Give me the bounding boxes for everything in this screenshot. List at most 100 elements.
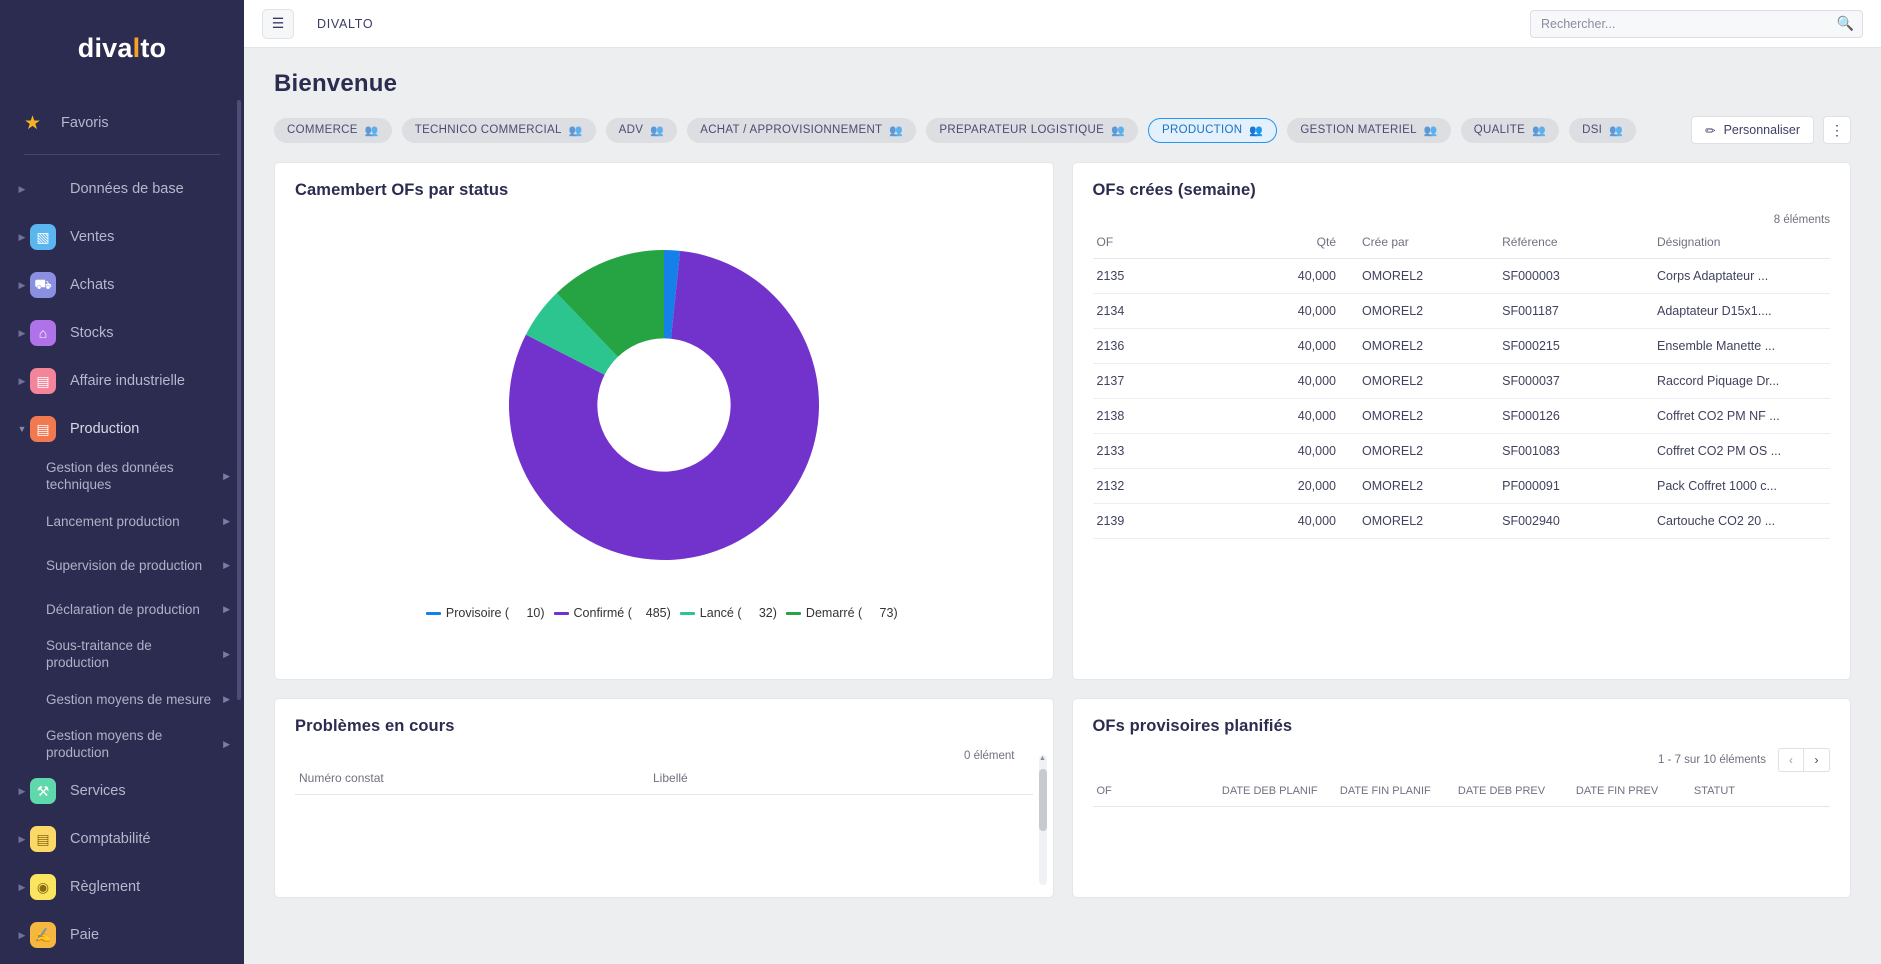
sidebar-item-label: Données de base — [70, 181, 184, 197]
table-row[interactable]: 2139 40,000 OMOREL2 SF002940 Cartouche CO2 2… — [1092, 503, 1830, 539]
column-header-reference[interactable]: Référence — [1498, 226, 1653, 259]
problemes-scrollbar[interactable]: ▲ — [1038, 755, 1047, 885]
sidebar-subitem-gestion-moyens-de-mesure[interactable]: Gestion moyens de mesure ▶ — [0, 677, 244, 721]
table-row[interactable]: 2136 40,000 OMOREL2 SF000215 Ensemble Manett… — [1092, 328, 1830, 364]
chart-icon: ▧ — [30, 224, 56, 250]
table-cell: 2137 — [1092, 363, 1240, 399]
search-icon[interactable]: 🔍 — [1837, 15, 1854, 32]
table-cell: Coffret CO2 PM OS ... — [1653, 433, 1830, 469]
tab-adv[interactable]: ADV 👥 — [605, 117, 678, 143]
more-vertical-icon[interactable]: ⋮ — [1823, 116, 1851, 144]
sidebar-subitem-supervision-de-production[interactable]: Supervision de production ▶ — [0, 543, 244, 587]
tab-qualite[interactable]: QUALITE 👥 — [1460, 117, 1560, 143]
column-header-statut[interactable]: STATUT — [1689, 776, 1830, 807]
table-row[interactable]: 2138 40,000 OMOREL2 SF000126 Coffret CO2 PM … — [1092, 398, 1830, 434]
sidebar-item-production[interactable]: ▼ ▤ Production — [0, 405, 244, 453]
sidebar-item-stocks[interactable]: ▶ ⌂ Stocks — [0, 309, 244, 357]
column-header-designation[interactable]: Désignation — [1653, 226, 1830, 259]
sidebar-item-label: Achats — [70, 277, 115, 293]
sidebar-item-reglement[interactable]: ▶ ◉ Règlement — [0, 863, 244, 911]
tab-commerce[interactable]: COMMERCE 👥 — [274, 117, 392, 143]
tab-dsi[interactable]: DSI 👥 — [1569, 117, 1637, 143]
brand-logo[interactable]: divalto — [0, 0, 244, 96]
sidebar-item-services[interactable]: ▶ ⚒ Services — [0, 767, 244, 815]
widgets-grid: Camembert OFs par status Provisoire ( 10… — [266, 144, 1859, 898]
legend-item[interactable]: Lancé ( 32) — [679, 606, 777, 620]
table-cell: 40,000 — [1240, 363, 1358, 399]
tab-production[interactable]: PRODUCTION 👥 — [1148, 117, 1278, 143]
table-row[interactable]: 2134 40,000 OMOREL2 SF001187 Adaptateur D15x… — [1092, 293, 1830, 329]
tab-gestion-materiel[interactable]: GESTION MATERIEL 👥 — [1287, 117, 1451, 143]
sidebar-item-donnees-de-base[interactable]: ▶ Données de base — [0, 165, 244, 213]
table-cell: 20,000 — [1240, 468, 1358, 504]
sidebar-subitem-label: Sous-traitance de production — [46, 638, 152, 670]
scroll-up-icon[interactable]: ▲ — [1039, 755, 1047, 762]
table-row[interactable]: 2132 20,000 OMOREL2 PF000091 Pack Coffret 10… — [1092, 468, 1830, 504]
sidebar-item-achats[interactable]: ▶ ⛟ Achats — [0, 261, 244, 309]
sidebar-item-affaire-industrielle[interactable]: ▶ ▤ Affaire industrielle — [0, 357, 244, 405]
column-header-cree-par[interactable]: Crée par — [1358, 226, 1499, 259]
sidebar-item-paie[interactable]: ▶ ✍ Paie — [0, 911, 244, 959]
legend-item[interactable]: Confirmé ( 485) — [553, 606, 671, 620]
tab-preparateur-logistique[interactable]: PREPARATEUR LOGISTIQUE 👥 — [926, 117, 1139, 143]
table-cell: 2133 — [1092, 433, 1240, 469]
table-cell: PF000091 — [1498, 468, 1653, 504]
table-row[interactable]: 2133 40,000 OMOREL2 SF001083 Coffret CO2 PM … — [1092, 433, 1830, 469]
sidebar: divalto ★ Favoris ▶ Données de base ▶ ▧ … — [0, 0, 244, 964]
widget-title: Camembert OFs par status — [295, 181, 509, 199]
group-icon: 👥 — [1532, 124, 1547, 137]
search-input[interactable] — [1530, 9, 1863, 38]
column-header-date-deb-planif[interactable]: DATE DEB PLANIF — [1217, 776, 1336, 807]
donut-chart[interactable] — [295, 200, 1033, 600]
cart-icon: ⛟ — [30, 272, 56, 298]
group-icon: 👥 — [1423, 124, 1438, 137]
sidebar-item-comptabilite[interactable]: ▶ ▤ Comptabilité — [0, 815, 244, 863]
pencil-icon: ✏ — [1705, 123, 1716, 138]
column-header-of[interactable]: OF — [1092, 776, 1218, 807]
sidebar-item-ventes[interactable]: ▶ ▧ Ventes — [0, 213, 244, 261]
column-header-date-fin-prev[interactable]: DATE FIN PREV — [1571, 776, 1690, 807]
sidebar-subitem-gestion-donnees-techniques[interactable]: Gestion des données techniques ▶ — [0, 453, 244, 499]
chevron-right-icon[interactable]: › — [1804, 748, 1830, 772]
column-header-libelle[interactable]: Libellé — [649, 762, 1033, 795]
table-header-row: OF Qté Crée par Référence Désignation — [1092, 226, 1830, 259]
column-header-numero-constat[interactable]: Numéro constat — [295, 762, 649, 795]
sidebar-subitem-declaration-de-production[interactable]: Déclaration de production ▶ — [0, 587, 244, 631]
legend-item[interactable]: Provisoire ( 10) — [425, 606, 545, 620]
tab-label: ADV — [618, 124, 644, 136]
sidebar-item-favoris[interactable]: ★ Favoris — [0, 96, 244, 150]
legend-swatch — [553, 611, 569, 615]
pager-buttons: ‹ › — [1778, 748, 1830, 772]
table-cell: 40,000 — [1240, 433, 1358, 469]
sidebar-subitem-sous-traitance-de-production[interactable]: Sous-traitance de production ▶ — [0, 631, 244, 677]
customize-label: Personnaliser — [1723, 123, 1800, 137]
sidebar-item-label: Comptabilité — [70, 831, 151, 847]
widget-ofs-provisoires: OFs provisoires planifiés 1 - 7 sur 10 é… — [1071, 698, 1851, 898]
tab-achat-approvisionnement[interactable]: ACHAT / APPROVISIONNEMENT 👥 — [687, 117, 917, 143]
chevron-right-icon: ▶ — [18, 929, 26, 940]
tab-label: GESTION MATERIEL — [1300, 124, 1417, 136]
hamburger-icon[interactable]: ☰ — [262, 8, 294, 39]
scrollbar-thumb[interactable] — [1038, 769, 1047, 831]
column-header-date-deb-prev[interactable]: DATE DEB PREV — [1453, 776, 1572, 807]
table-cell: OMOREL2 — [1358, 258, 1499, 294]
legend-item[interactable]: Demarré ( 73) — [785, 606, 898, 620]
chevron-left-icon[interactable]: ‹ — [1778, 748, 1804, 772]
column-header-qte[interactable]: Qté — [1240, 226, 1358, 259]
table-cell: Pack Coffret 1000 c... — [1653, 468, 1830, 504]
group-icon: 👥 — [364, 124, 379, 137]
sidebar-subitem-label: Gestion des données techniques — [46, 460, 174, 492]
sidebar-subitem-gestion-moyens-de-production[interactable]: Gestion moyens de production ▶ — [0, 721, 244, 767]
column-header-of[interactable]: OF — [1092, 226, 1240, 259]
chevron-right-icon: ▶ — [18, 785, 26, 796]
sidebar-scrollbar[interactable] — [237, 100, 241, 700]
table-cell: OMOREL2 — [1358, 433, 1499, 469]
column-header-date-fin-planif[interactable]: DATE FIN PLANIF — [1335, 776, 1454, 807]
sidebar-subitem-lancement-production[interactable]: Lancement production ▶ — [0, 499, 244, 543]
table-row[interactable]: 2137 40,000 OMOREL2 SF000037 Raccord Piquage… — [1092, 363, 1830, 399]
sidebar-divider — [24, 154, 220, 155]
table-header-row: Numéro constat Libellé — [295, 762, 1033, 795]
customize-button[interactable]: ✏ Personnaliser — [1691, 116, 1814, 144]
table-row[interactable]: 2135 40,000 OMOREL2 SF000003 Corps Adaptateu… — [1092, 258, 1830, 294]
tab-technico-commercial[interactable]: TECHNICO COMMERCIAL 👥 — [401, 117, 596, 143]
